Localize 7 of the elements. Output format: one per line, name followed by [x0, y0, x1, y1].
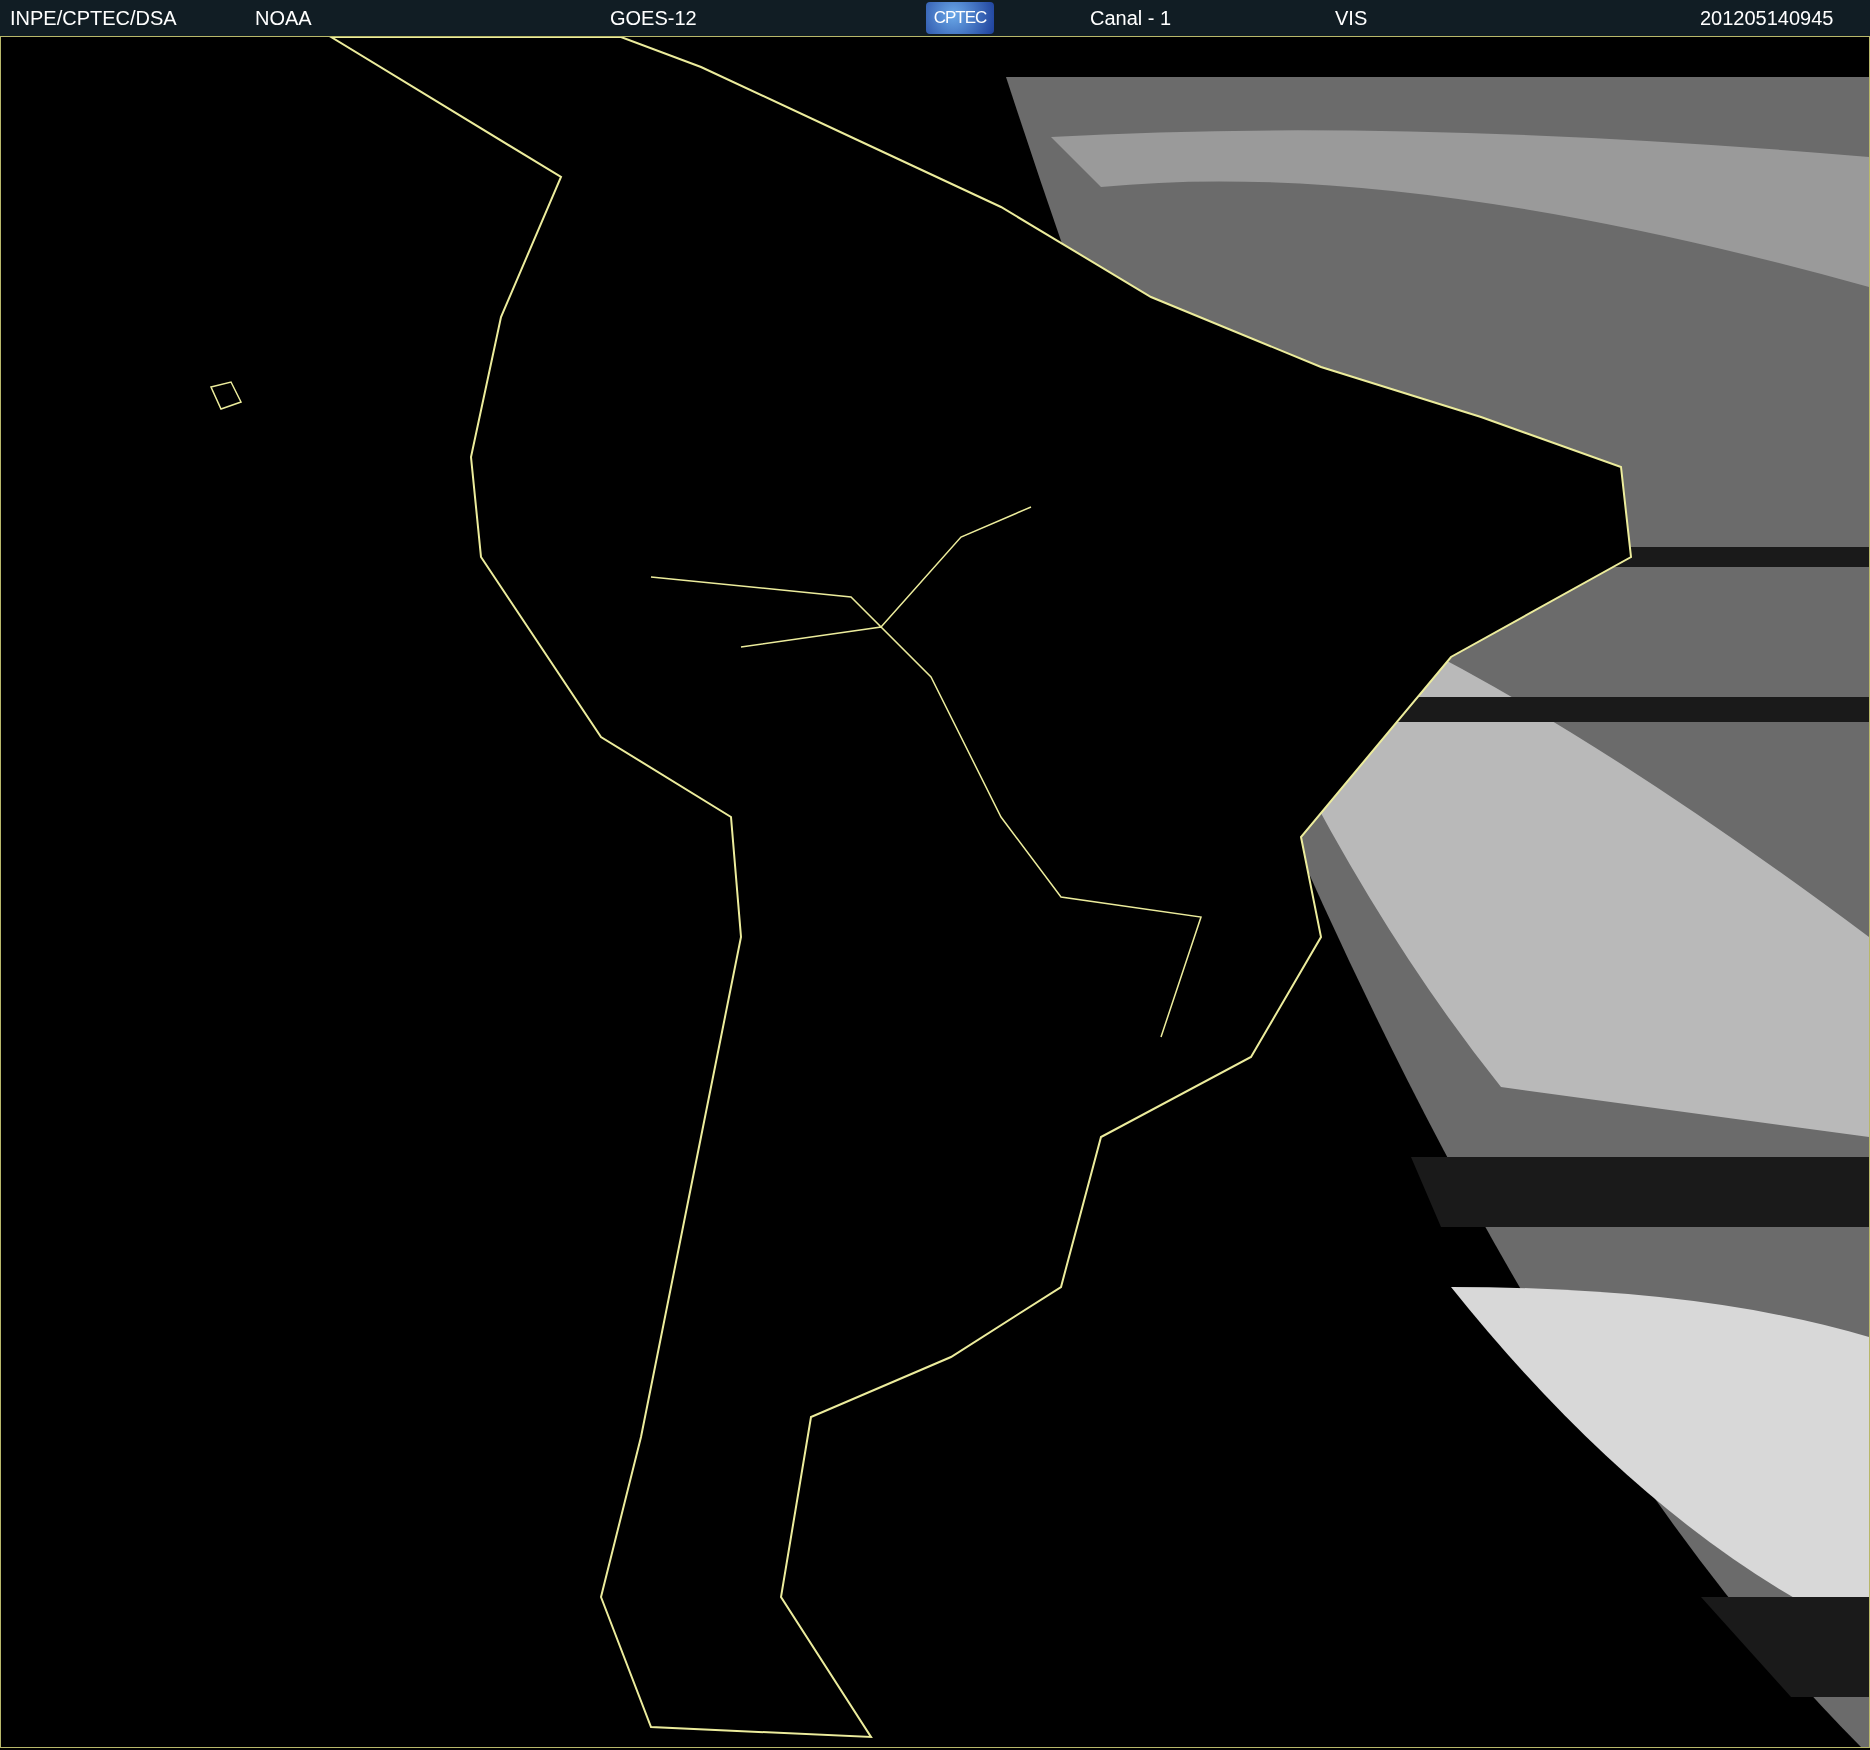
header-label: GOES-12 — [610, 6, 697, 30]
logo: CPTEC — [926, 2, 994, 34]
header-label: VIS — [1335, 6, 1368, 30]
header-label: Canal - 1 — [1090, 6, 1172, 30]
header-label: 201205140945 — [1700, 6, 1834, 30]
header-label: NOAA — [255, 6, 312, 30]
header-label: INPE/CPTEC/DSA — [10, 6, 177, 30]
